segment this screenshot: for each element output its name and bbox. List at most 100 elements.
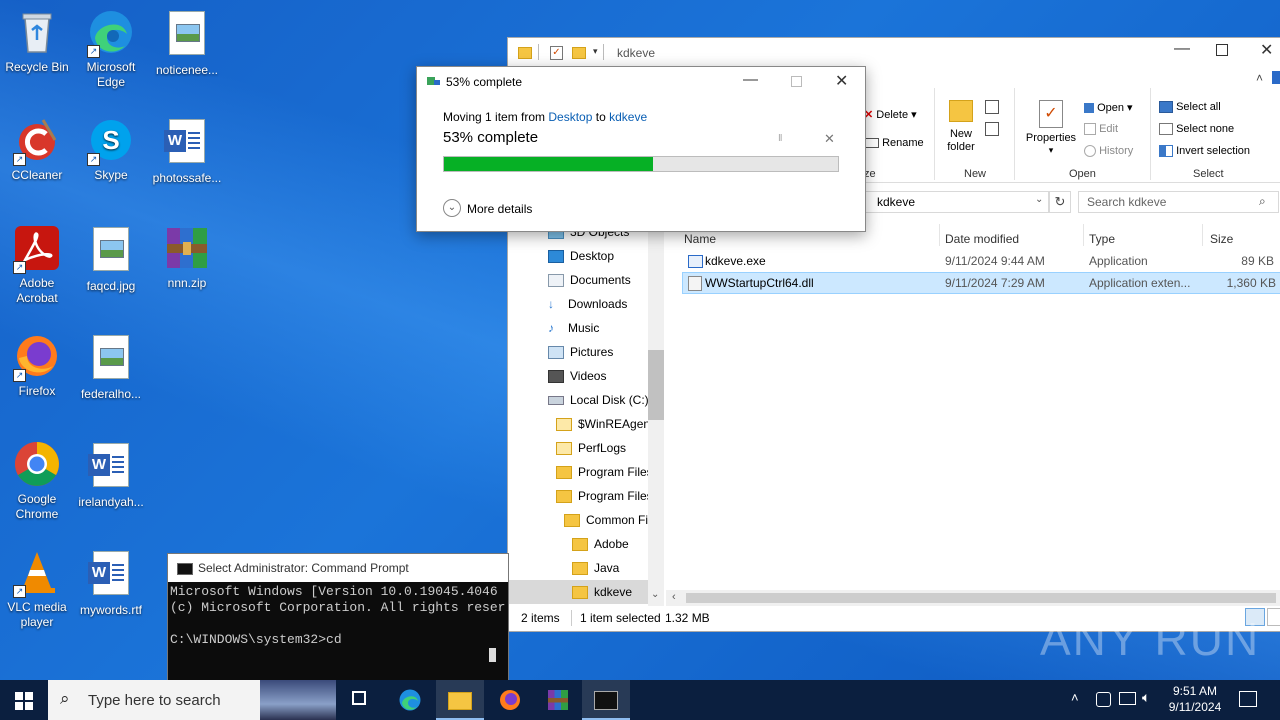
desktop-icon-adobe-acrobat[interactable]: ↗ Adobe Acrobat (0, 224, 74, 306)
desktop-icon-noticenee[interactable]: noticenee... (150, 8, 224, 78)
new-folder-quick-icon[interactable] (572, 47, 586, 59)
select-all-button[interactable]: Select all (1159, 101, 1221, 114)
ribbon-group-select-label: Select (1193, 168, 1224, 180)
large-icons-view-icon[interactable] (1267, 608, 1280, 626)
properties-button[interactable]: ✓ Properties ▾ (1024, 100, 1078, 156)
taskbar-search-box[interactable]: ⌕ Type here to search (48, 680, 336, 720)
nav-item-music[interactable]: ♪ Music (548, 316, 663, 340)
command-prompt-window[interactable]: Select Administrator: Command Prompt Mic… (167, 553, 509, 682)
column-header-size[interactable]: Size (1210, 232, 1233, 246)
nav-item-kdkeve[interactable]: kdkeve (508, 580, 648, 604)
close-icon[interactable]: ✕ (1260, 40, 1273, 60)
rename-button[interactable]: Rename (865, 137, 924, 149)
scroll-down-icon[interactable]: ⌄ (651, 589, 659, 600)
nav-item-local-disk[interactable]: Local Disk (C:) (548, 388, 663, 412)
file-list-horizontal-scrollbar[interactable]: ‹ (666, 590, 1280, 606)
ribbon-collapse-icon[interactable]: ˄ (1256, 71, 1263, 85)
desktop-icon-microsoft-edge[interactable]: ↗ Microsoft Edge (74, 8, 148, 90)
show-hidden-icons-chevron[interactable]: ˄ (1071, 690, 1079, 705)
desktop-icon-recycle-bin[interactable]: Recycle Bin (0, 8, 74, 75)
status-item-count: 2 items (521, 611, 560, 625)
easy-access-icon[interactable] (985, 122, 999, 136)
nav-item-documents[interactable]: Documents (548, 268, 663, 292)
edit-button[interactable]: Edit (1084, 123, 1118, 136)
adobe-acrobat-icon: ↗ (13, 224, 61, 274)
new-folder-button[interactable]: New folder (944, 100, 978, 154)
history-icon (1084, 145, 1096, 158)
desktop-icon-mywords-rtf[interactable]: W mywords.rtf (74, 548, 148, 618)
search-box[interactable]: Search kdkeve ⌕ (1078, 191, 1279, 213)
more-details-chevron-icon[interactable]: ⌄ (443, 199, 461, 217)
nav-item-program-files-x86[interactable]: Program Files (556, 484, 663, 508)
minimize-icon[interactable]: — (743, 71, 758, 88)
open-button[interactable]: Open ▾ (1084, 101, 1133, 114)
help-icon[interactable] (1272, 71, 1280, 84)
cmd-icon (594, 691, 618, 710)
desktop-icon-ccleaner[interactable]: ↗ CCleaner (0, 116, 74, 183)
desktop-icon-irelandyah[interactable]: W irelandyah... (74, 440, 148, 510)
nav-item-pictures[interactable]: Pictures (548, 340, 663, 364)
nav-item-downloads[interactable]: ↓ Downloads (548, 292, 663, 316)
select-all-icon (1159, 101, 1173, 114)
navigation-pane: 3D Objects Desktop Documents ↓ Downloads … (508, 220, 663, 606)
column-header-date-modified[interactable]: Date modified (945, 232, 1019, 246)
desktop-icon-skype[interactable]: S ↗ Skype (74, 116, 148, 183)
close-icon[interactable]: ✕ (835, 71, 848, 91)
nav-item-perflogs[interactable]: PerfLogs (556, 436, 663, 460)
more-details-button[interactable]: More details (467, 202, 532, 216)
desktop-icon-federalho[interactable]: federalho... (74, 332, 148, 402)
start-button[interactable] (0, 680, 48, 720)
desktop-icon-nnn-zip[interactable]: nnn.zip (150, 224, 224, 291)
cancel-icon[interactable]: ✕ (824, 131, 835, 147)
scroll-left-icon[interactable]: ‹ (672, 591, 676, 603)
column-header-type[interactable]: Type (1089, 232, 1115, 246)
file-row-selected[interactable]: WWStartupCtrl64.dll 9/11/2024 7:29 AM Ap… (682, 272, 1280, 294)
taskbar-clock[interactable]: 9:51 AM 9/11/2024 (1162, 683, 1228, 715)
notifications-icon[interactable] (1239, 691, 1257, 707)
destination-link[interactable]: kdkeve (609, 110, 647, 124)
select-none-button[interactable]: Select none (1159, 123, 1234, 136)
properties-quick-icon[interactable]: ✓ (550, 46, 563, 60)
delete-button[interactable]: ✕ Delete ▾ (864, 108, 917, 121)
history-button[interactable]: History (1084, 145, 1133, 158)
nav-scrollbar-thumb[interactable] (648, 350, 664, 420)
taskbar-winrar[interactable] (534, 680, 582, 720)
pause-icon[interactable]: II (778, 133, 782, 144)
taskbar-command-prompt[interactable] (582, 680, 630, 720)
horizontal-scrollbar-thumb[interactable] (686, 593, 1276, 603)
word-document-icon: W (87, 551, 135, 599)
source-link[interactable]: Desktop (548, 110, 592, 124)
nav-scrollbar[interactable]: ⌄ (648, 220, 664, 606)
desktop-icon-google-chrome[interactable]: Google Chrome (0, 440, 74, 522)
search-input[interactable]: Search kdkeve (1087, 195, 1166, 209)
new-item-icon[interactable] (985, 100, 999, 114)
taskbar-edge[interactable] (386, 680, 434, 720)
desktop-icon-firefox[interactable]: ↗ Firefox (0, 332, 74, 399)
network-icon[interactable] (1119, 692, 1136, 705)
taskbar-firefox[interactable] (486, 680, 534, 720)
taskbar-search-input[interactable]: Type here to search (88, 692, 221, 709)
taskbar-file-explorer[interactable] (436, 680, 484, 720)
task-view-button[interactable] (336, 680, 384, 720)
invert-selection-button[interactable]: Invert selection (1159, 145, 1250, 158)
refresh-icon[interactable]: ↻ (1049, 191, 1071, 213)
desktop-icon-vlc[interactable]: ↗ VLC media player (0, 548, 74, 630)
nav-item-program-files[interactable]: Program Files (556, 460, 663, 484)
quick-access-dropdown-icon[interactable]: ▾ (593, 46, 598, 57)
address-dropdown-icon[interactable]: ⌄ (1035, 194, 1043, 205)
desktop-icon-photossafe[interactable]: W photossafe... (150, 116, 224, 186)
cmd-output[interactable]: Microsoft Windows [Version 10.0.19045.40… (168, 582, 508, 648)
nav-item-videos[interactable]: Videos (548, 364, 663, 388)
vlc-cone-icon: ↗ (13, 548, 61, 598)
file-row[interactable]: kdkeve.exe 9/11/2024 9:44 AM Application… (682, 251, 1280, 271)
column-header-name[interactable]: Name (684, 232, 716, 246)
address-bar[interactable]: kdkeve ⌄ (864, 191, 1049, 213)
music-note-icon: ♪ (548, 321, 554, 335)
volume-icon[interactable]: 🔈︎ (1142, 689, 1150, 706)
minimize-icon[interactable]: — (1174, 40, 1190, 58)
nav-item-desktop[interactable]: Desktop (548, 244, 663, 268)
desktop-icon-faqcd-jpg[interactable]: faqcd.jpg (74, 224, 148, 294)
tray-app-icon[interactable] (1096, 692, 1111, 707)
maximize-icon[interactable] (1216, 44, 1228, 56)
nav-item-winreagent[interactable]: $WinREAgent (556, 412, 663, 436)
